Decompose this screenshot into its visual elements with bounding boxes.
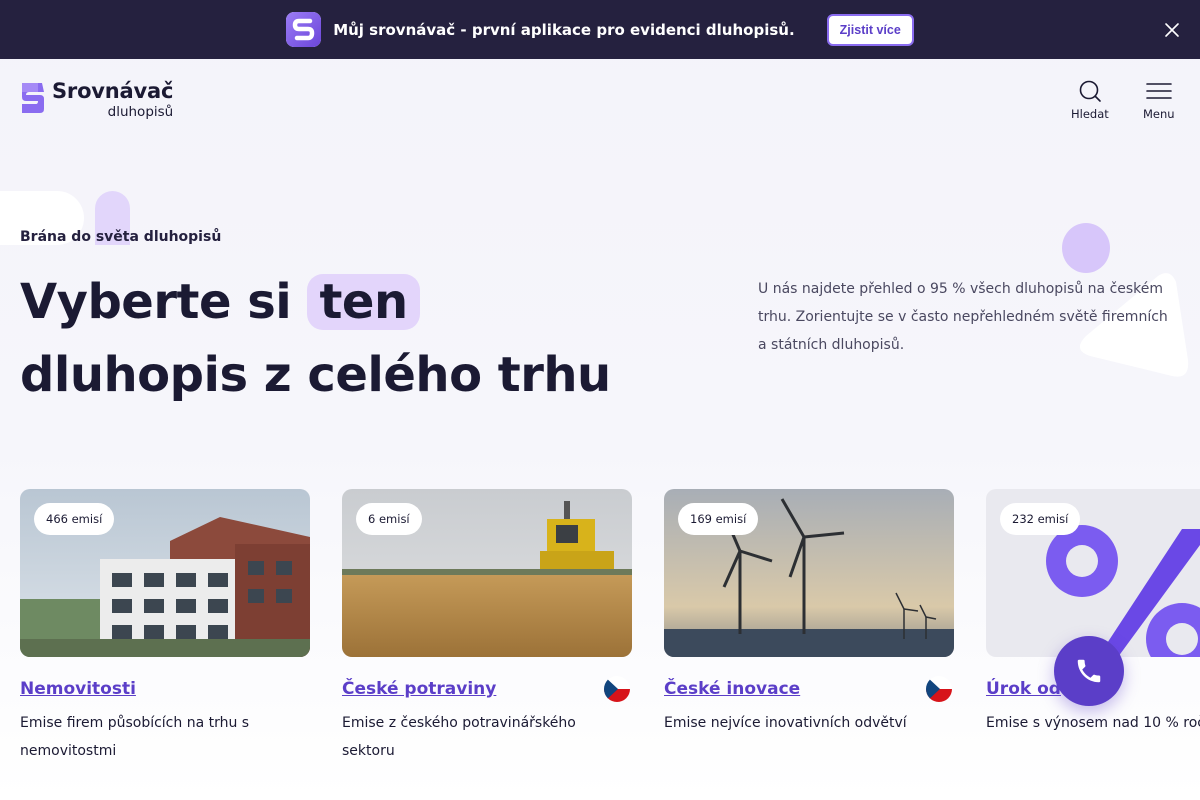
czech-flag-icon (604, 676, 630, 702)
category-card-real-estate[interactable]: 466 emisí Nemovitosti Emise firem působí… (20, 489, 310, 765)
promo-banner: Můj srovnávač - první aplikace pro evide… (0, 0, 1200, 59)
card-description: Emise s výnosem nad 10 % roč (986, 715, 1200, 731)
site-logo[interactable]: Srovnávač dluhopisů (20, 81, 173, 120)
card-description: Emise nejvíce inovativních odvětví (664, 715, 907, 731)
card-image: 232 emisí (986, 489, 1200, 657)
card-title-link[interactable]: Nemovitosti (20, 679, 136, 699)
logo-main-text: Srovnávač (52, 79, 174, 103)
learn-more-button[interactable]: Zjistit více (826, 13, 914, 46)
card-description: Emise z českého potravinářského sektoru (342, 715, 576, 759)
category-card-czech-food[interactable]: 6 emisí České potraviny Emise z českého … (342, 489, 632, 765)
search-button[interactable]: Hledat (1071, 79, 1109, 121)
phone-call-button[interactable] (1054, 636, 1124, 706)
logo-sub-text: dluhopisů (107, 104, 174, 120)
card-title-link[interactable]: České potraviny (342, 679, 496, 699)
hero-title-highlight: ten (307, 274, 420, 330)
menu-button[interactable]: Menu (1143, 79, 1175, 121)
hero-title-part1: Vyberte si (20, 274, 292, 330)
card-image: 466 emisí (20, 489, 310, 657)
emission-count-badge: 232 emisí (1000, 503, 1081, 535)
hero-intro: U nás najdete přehled o 95 % všech dluho… (758, 281, 1168, 353)
hero-title: Vyberte si ten dluhopis z celého trhu (20, 266, 611, 412)
hamburger-icon (1145, 83, 1172, 99)
close-icon[interactable] (1164, 22, 1180, 38)
card-image: 169 emisí (664, 489, 954, 657)
card-description: Emise firem působících na trhu s nemovit… (20, 715, 250, 759)
decor-purple-circle (1062, 223, 1110, 273)
app-logo-icon (286, 12, 322, 47)
czech-flag-icon (926, 676, 952, 702)
hero-title-part2: dluhopis z celého trhu (20, 347, 611, 403)
phone-icon (1077, 659, 1101, 683)
s-logo-icon (22, 83, 44, 113)
emission-count-badge: 466 emisí (34, 503, 115, 535)
banner-text: Můj srovnávač - první aplikace pro evide… (333, 20, 795, 39)
card-title-link[interactable]: České inovace (664, 679, 800, 699)
hero-eyebrow: Brána do světa dluhopisů (20, 229, 222, 245)
emission-count-badge: 6 emisí (356, 503, 422, 535)
menu-label: Menu (1143, 107, 1175, 121)
search-icon (1079, 80, 1101, 102)
card-image: 6 emisí (342, 489, 632, 657)
site-header: Srovnávač dluhopisů Hledat Menu (0, 59, 1200, 149)
card-title-link[interactable]: Úrok od (986, 679, 1061, 699)
search-label: Hledat (1071, 107, 1109, 121)
emission-count-badge: 169 emisí (678, 503, 759, 535)
category-card-czech-innovation[interactable]: 169 emisí České inovace Emise nejvíce in… (664, 489, 954, 737)
